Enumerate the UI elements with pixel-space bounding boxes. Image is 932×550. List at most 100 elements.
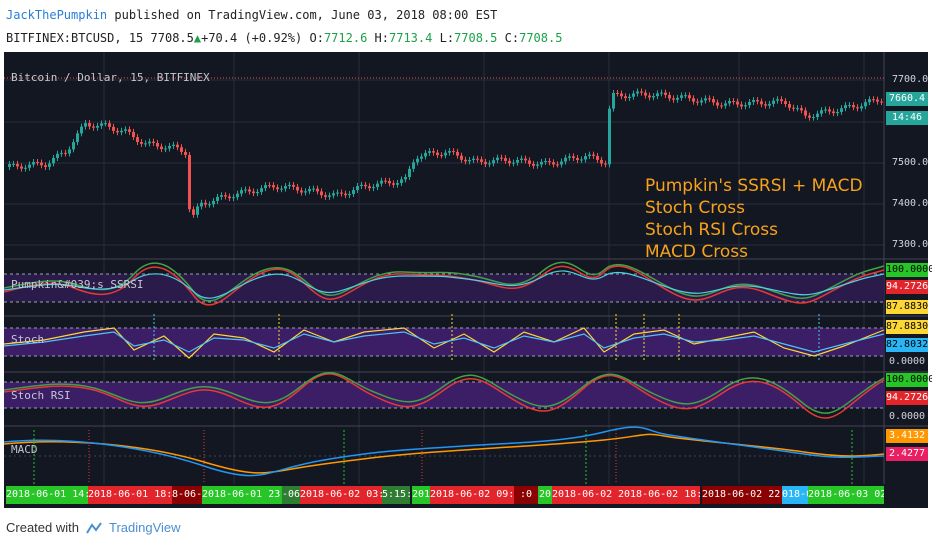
candle-body — [852, 105, 855, 108]
candle-body — [60, 152, 63, 154]
candle-body — [752, 100, 755, 103]
candle-body — [88, 123, 91, 127]
macd-value-2: 2.4277 — [886, 447, 928, 461]
candle-body — [740, 104, 743, 107]
time-axis-label: -06-0 — [282, 486, 300, 504]
price-tick: 7300.0 — [892, 239, 929, 250]
candle-body — [648, 95, 651, 98]
candle-body — [612, 92, 615, 109]
candle-body — [580, 159, 583, 161]
candle-body — [496, 157, 499, 161]
candle-body — [264, 185, 267, 189]
candle-body — [736, 101, 739, 105]
candle-body — [696, 101, 699, 103]
candle-body — [508, 160, 511, 164]
candle-body — [388, 180, 391, 184]
candle-body — [644, 92, 647, 96]
candle-body — [836, 111, 839, 114]
candle-body — [816, 113, 819, 118]
ssrsi-value-1: 100.0000 — [886, 263, 932, 277]
candle-body — [704, 98, 707, 101]
candle-body — [320, 191, 323, 196]
candle-body — [480, 159, 483, 162]
candle-body — [24, 167, 27, 169]
candle-body — [440, 155, 443, 157]
stoch-pane-label: Stoch — [11, 333, 45, 346]
stoch-value-3: 0.0000 — [888, 356, 926, 367]
candle-body — [692, 98, 695, 102]
candle-body — [804, 110, 807, 116]
candle-body — [160, 146, 163, 150]
candle-body — [412, 162, 415, 169]
candle-body — [728, 100, 731, 104]
tradingview-logo-icon — [86, 521, 102, 534]
tradingview-link[interactable]: TradingView — [109, 520, 181, 535]
time-axis-label: 2018-06-02 09:45:00 — [430, 486, 514, 504]
candle-body — [668, 94, 671, 99]
candle-body — [828, 109, 831, 112]
candle-body — [632, 93, 635, 97]
candle-body — [336, 192, 339, 194]
candle-body — [272, 185, 275, 188]
candle-body — [72, 142, 75, 150]
candle-body — [208, 204, 211, 206]
candle-body — [212, 200, 215, 205]
candle-body — [32, 162, 35, 165]
candle-body — [620, 93, 623, 97]
candle-body — [584, 156, 587, 160]
candle-body — [352, 190, 355, 194]
candle-body — [808, 115, 811, 118]
candle-body — [504, 158, 507, 161]
stoch-value-1: 87.8830 — [886, 320, 929, 334]
candle-body — [52, 157, 55, 164]
candle-body — [232, 197, 235, 199]
candle-body — [260, 188, 263, 192]
created-with-text: Created with — [6, 520, 79, 535]
candle-body — [484, 161, 487, 165]
low-value: 7708.5 — [454, 31, 498, 45]
candle-body — [596, 155, 599, 160]
time-axis-label: 2018-06-02 22:00:00 — [702, 486, 782, 504]
candle-body — [528, 160, 531, 164]
candle-body — [168, 145, 171, 149]
author-link[interactable]: JackThePumpkin — [6, 8, 107, 22]
candle-body — [124, 129, 127, 131]
chart-canvas[interactable]: Bitcoin / Dollar, 15, BITFINEX Pumpkin&#… — [4, 52, 932, 508]
time-axis-label: 018-06 — [782, 486, 808, 504]
candle-body — [556, 164, 559, 166]
candle-body — [860, 106, 863, 109]
candle-body — [588, 154, 591, 157]
candle-body — [428, 151, 431, 153]
candle-body — [452, 151, 455, 153]
ssrsi-value-3: 87.8830 — [886, 300, 929, 314]
candle-body — [156, 142, 159, 147]
candle-body — [500, 157, 503, 159]
candle-body — [492, 160, 495, 164]
candle-body — [676, 97, 679, 100]
candle-body — [116, 130, 119, 133]
candle-body — [228, 196, 231, 199]
high-label: H: — [374, 31, 389, 45]
candle-body — [112, 126, 115, 131]
candle-body — [548, 161, 551, 163]
candle-body — [664, 92, 667, 95]
current-price-label: 7660.4 — [886, 92, 928, 106]
candle-body — [404, 177, 407, 180]
candle-body — [196, 206, 199, 215]
candle-body — [660, 92, 663, 94]
candle-body — [100, 123, 103, 126]
candle-body — [312, 188, 315, 190]
candle-body — [292, 184, 295, 187]
candle-body — [128, 129, 131, 132]
candle-body — [300, 190, 303, 193]
candle-body — [824, 109, 827, 111]
candle-body — [880, 101, 883, 103]
candle-body — [332, 193, 335, 196]
candle-body — [868, 99, 871, 103]
candle-body — [384, 180, 387, 182]
candle-body — [108, 123, 111, 127]
candle-body — [416, 158, 419, 163]
candle-body — [628, 96, 631, 99]
candle-body — [532, 163, 535, 166]
candle-body — [76, 133, 79, 143]
